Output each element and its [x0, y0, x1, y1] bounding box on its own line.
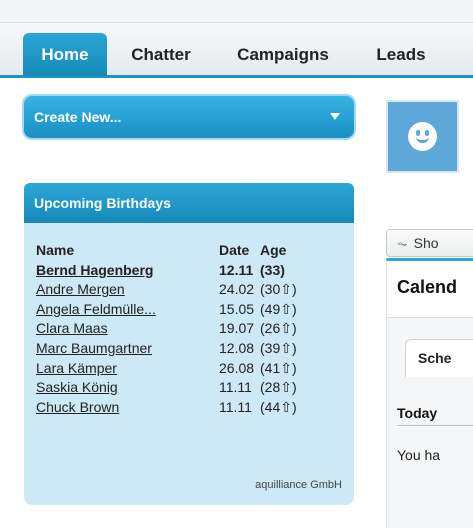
top-strip [0, 0, 473, 22]
table-row: Lara Kämper 26.08 (41⇧) [36, 359, 297, 379]
no-events-text: You ha [397, 447, 441, 463]
age-value: (39⇧) [260, 339, 297, 356]
birthdays-table: Name Date Age Bernd Hagenberg 12.11 (33)… [36, 241, 297, 417]
today-label: Today [397, 405, 438, 421]
contact-link[interactable]: Angela Feldmülle... [36, 301, 156, 317]
birthday-date: 12.08 [219, 339, 255, 356]
contact-link[interactable]: Saskia König [36, 379, 118, 395]
column-header-age: Age [260, 242, 287, 258]
tab-home[interactable]: Home [23, 33, 107, 76]
column-header-name: Name [36, 242, 75, 258]
table-row: Marc Baumgartner 12.08 (39⇧) [36, 339, 297, 359]
table-row: Saskia König 11.11 (28⇧) [36, 378, 297, 398]
table-row: Chuck Brown 11.11 (44⇧) [36, 398, 297, 418]
show-button-label: Sho [413, 235, 439, 251]
calendar-title: Calend [397, 277, 458, 297]
age-value: (30⇧) [260, 281, 297, 298]
tab-schedule[interactable]: Sche [405, 339, 473, 377]
chevron-down-icon [330, 113, 340, 120]
age-value: (26⇧) [260, 320, 297, 337]
contact-link[interactable]: Andre Mergen [36, 281, 125, 297]
birthday-date: 11.11 [219, 398, 252, 415]
age-value: (49⇧) [260, 300, 297, 317]
activity-pulse-icon: ⏦ [397, 236, 408, 251]
create-new-label: Create New... [34, 109, 122, 125]
contact-link[interactable]: Chuck Brown [36, 399, 119, 415]
calendar-panel: Calend Sche Today You ha [386, 258, 473, 528]
birthday-date: 11.11 [219, 379, 252, 396]
table-row: Bernd Hagenberg 12.11 (33) [36, 261, 297, 281]
main-tab-bar: Home Chatter Campaigns Leads [0, 22, 473, 78]
age-value: (41⇧) [260, 359, 297, 376]
panel-footer: aquilliance GmbH [255, 479, 342, 491]
avatar[interactable] [386, 100, 459, 173]
table-row: Andre Mergen 24.02 (30⇧) [36, 280, 297, 300]
age-value: (28⇧) [260, 379, 297, 396]
birthday-date: 26.08 [219, 359, 255, 376]
tab-leads[interactable]: Leads [366, 33, 436, 76]
tab-campaigns[interactable]: Campaigns [215, 33, 351, 76]
upcoming-birthdays-panel: Upcoming Birthdays Name Date Age Bernd H… [24, 183, 354, 505]
panel-title: Upcoming Birthdays [24, 183, 354, 223]
tab-chatter[interactable]: Chatter [118, 33, 204, 76]
contact-link[interactable]: Clara Maas [36, 320, 108, 336]
divider [397, 425, 473, 426]
birthday-date: 15.05 [219, 300, 255, 317]
birthday-date: 12.11 [219, 261, 254, 278]
show-feed-button[interactable]: ⏦ Sho [386, 229, 473, 257]
table-header-row: Name Date Age [36, 241, 297, 261]
table-row: Clara Maas 19.07 (26⇧) [36, 319, 297, 339]
age-value: (44⇧) [260, 398, 297, 415]
contact-link[interactable]: Bernd Hagenberg [36, 262, 153, 278]
age-value: (33) [260, 261, 285, 278]
birthday-date: 24.02 [219, 281, 255, 298]
contact-link[interactable]: Lara Kämper [36, 360, 117, 376]
create-new-dropdown[interactable]: Create New... [24, 96, 354, 138]
table-row: Angela Feldmülle... 15.05 (49⇧) [36, 300, 297, 320]
smiley-face-icon [408, 122, 437, 151]
birthday-date: 19.07 [219, 320, 255, 337]
contact-link[interactable]: Marc Baumgartner [36, 340, 152, 356]
column-header-date: Date [219, 242, 250, 258]
